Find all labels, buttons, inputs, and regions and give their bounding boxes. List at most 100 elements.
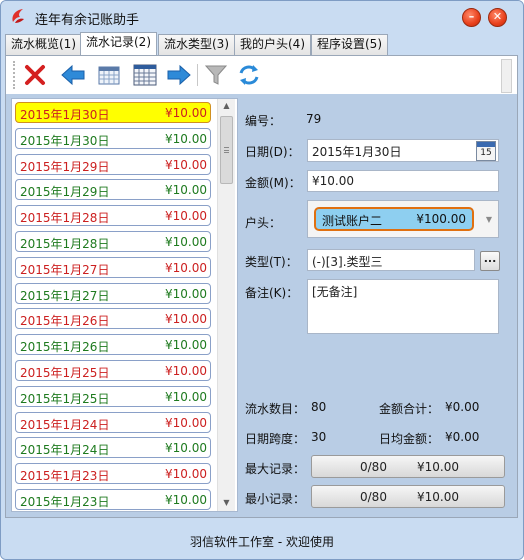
window-title: 连年有余记账助手 [35, 13, 140, 28]
record-date: 2015年1月29日 [20, 185, 110, 200]
records-content: 2015年1月30日 ¥10.00 2015年1月30日 ¥10.00 2015年1月2… [6, 94, 517, 517]
record-amount: ¥10.00 [165, 209, 207, 224]
refresh-icon[interactable] [236, 62, 262, 88]
list-item[interactable]: 2015年1月23日 ¥10.00 [15, 489, 211, 510]
record-amount: ¥10.00 [165, 441, 207, 456]
app-window: 连年有余记账助手 – ✕ 流水概览(1) 流水记录(2) 流水类型(3) 我的户… [0, 0, 524, 560]
scroll-up-icon[interactable]: ▲ [218, 99, 235, 113]
list-item[interactable]: 2015年1月25日 ¥10.00 [15, 385, 211, 407]
record-amount: ¥10.00 [165, 312, 207, 327]
status-text: 羽信软件工作室 - 欢迎使用 [190, 535, 334, 549]
status-bar: 羽信软件工作室 - 欢迎使用 [1, 519, 523, 559]
daily-label: 日均金额： [379, 432, 440, 446]
toolbar-grip[interactable] [13, 61, 15, 89]
list-item[interactable]: 2015年1月26日 ¥10.00 [15, 308, 211, 330]
record-amount: ¥10.00 [165, 389, 207, 404]
record-date: 2015年1月25日 [20, 366, 110, 380]
max-record-button[interactable]: 0/80 ¥10.00 [311, 455, 505, 478]
sum-value: ¥0.00 [445, 400, 480, 414]
record-amount: ¥10.00 [165, 157, 207, 172]
list-item[interactable]: 2015年1月24日 ¥10.00 [15, 437, 211, 459]
calendar-grid-icon[interactable] [96, 62, 122, 88]
chevron-down-icon[interactable]: ▼ [486, 215, 492, 224]
count-value: 80 [311, 400, 327, 414]
record-date: 2015年1月25日 [20, 391, 110, 406]
record-date: 2015年1月24日 [20, 417, 110, 432]
list-item[interactable]: 2015年1月30日 ¥10.00 [15, 127, 211, 149]
min-record-amount: ¥10.00 [417, 490, 459, 504]
tab-records[interactable]: 流水记录(2) [80, 32, 157, 56]
min-record-button[interactable]: 0/80 ¥10.00 [311, 485, 505, 508]
sum-label: 金额合计： [379, 402, 440, 416]
amount-label: 金额(M)： [245, 176, 301, 190]
list-item[interactable]: 2015年1月26日 ¥10.00 [15, 334, 211, 356]
note-field[interactable]: [无备注] [307, 279, 499, 334]
forward-arrow-icon[interactable] [166, 62, 192, 88]
max-record-amount: ¥10.00 [417, 460, 459, 474]
date-label: 日期(D)： [245, 145, 300, 159]
tab-accounts[interactable]: 我的户头(4) [234, 34, 311, 55]
scroll-thumb[interactable] [220, 116, 233, 184]
record-amount: ¥10.00 [165, 106, 207, 120]
record-date: 2015年1月30日 [20, 108, 110, 122]
delete-icon[interactable] [22, 62, 48, 88]
type-field-value: (-)[3].类型三 [312, 255, 383, 269]
account-balance: ¥100.00 [416, 212, 466, 226]
list-item[interactable]: 2015年1月25日 ¥10.00 [15, 360, 211, 381]
type-field[interactable]: (-)[3].类型三 [307, 249, 475, 271]
record-amount: ¥10.00 [165, 131, 207, 146]
id-value: 79 [306, 112, 322, 126]
close-button[interactable]: ✕ [488, 8, 507, 27]
count-label: 流水数目： [245, 402, 306, 416]
records-list[interactable]: 2015年1月30日 ¥10.00 2015年1月30日 ¥10.00 2015年1月2… [11, 98, 238, 512]
filter-icon[interactable] [203, 62, 229, 88]
account-select[interactable]: 测试账户二 ¥100.00 ▼ [307, 200, 499, 238]
toolbar [6, 56, 517, 94]
calendar-day: 15 [480, 148, 492, 158]
amount-field-value: ¥10.00 [312, 174, 354, 188]
list-item[interactable]: 2015年1月29日 ¥10.00 [15, 179, 211, 201]
record-date: 2015年1月28日 [20, 211, 110, 226]
title-bar[interactable]: 连年有余记账助手 – ✕ [1, 1, 523, 33]
toolbar-overflow[interactable] [501, 59, 512, 93]
record-amount: ¥10.00 [165, 338, 207, 353]
type-label: 类型(T)： [245, 255, 298, 269]
list-item[interactable]: 2015年1月23日 ¥10.00 [15, 463, 211, 485]
list-item[interactable]: 2015年1月27日 ¥10.00 [15, 282, 211, 304]
tab-overview[interactable]: 流水概览(1) [5, 34, 82, 55]
record-amount: ¥10.00 [165, 235, 207, 249]
record-amount: ¥10.00 [165, 286, 207, 301]
tab-types[interactable]: 流水类型(3) [158, 34, 235, 55]
list-item[interactable]: 2015年1月28日 ¥10.00 [15, 205, 211, 227]
record-amount: ¥10.00 [165, 183, 207, 198]
date-field-value: 2015年1月30日 [312, 145, 402, 159]
calendar-picker-icon[interactable]: 15 [476, 141, 496, 161]
record-date: 2015年1月23日 [20, 495, 110, 509]
list-item[interactable]: 2015年1月30日 ¥10.00 [15, 102, 211, 123]
minimize-button[interactable]: – [462, 8, 481, 27]
record-amount: ¥10.00 [165, 415, 207, 430]
type-browse-button[interactable]: ... [480, 251, 500, 271]
scroll-down-icon[interactable]: ▼ [218, 496, 235, 510]
amount-field[interactable]: ¥10.00 [307, 170, 499, 192]
records-list-scrollbar[interactable]: ▲ ▼ [217, 99, 235, 511]
calendar-table-icon[interactable] [132, 62, 158, 88]
list-item[interactable]: 2015年1月28日 ¥10.00 [15, 231, 211, 252]
record-date: 2015年1月26日 [20, 340, 110, 355]
date-field[interactable]: 2015年1月30日 [307, 139, 499, 162]
list-item[interactable]: 2015年1月24日 ¥10.00 [15, 411, 211, 433]
list-item[interactable]: 2015年1月27日 ¥10.00 [15, 256, 211, 278]
note-field-value: [无备注] [312, 285, 358, 299]
tab-settings[interactable]: 程序设置(5) [311, 34, 388, 55]
list-item[interactable]: 2015年1月29日 ¥10.00 [15, 153, 211, 175]
span-label: 日期跨度： [245, 432, 306, 446]
record-date: 2015年1月29日 [20, 159, 110, 174]
record-amount: ¥10.00 [165, 493, 207, 507]
span-value: 30 [311, 430, 327, 444]
record-date: 2015年1月30日 [20, 133, 110, 148]
record-amount: ¥10.00 [165, 364, 207, 378]
back-arrow-icon[interactable] [60, 62, 86, 88]
min-record-index: 0/80 [360, 490, 387, 504]
record-date: 2015年1月27日 [20, 262, 110, 277]
record-date: 2015年1月23日 [20, 469, 110, 484]
